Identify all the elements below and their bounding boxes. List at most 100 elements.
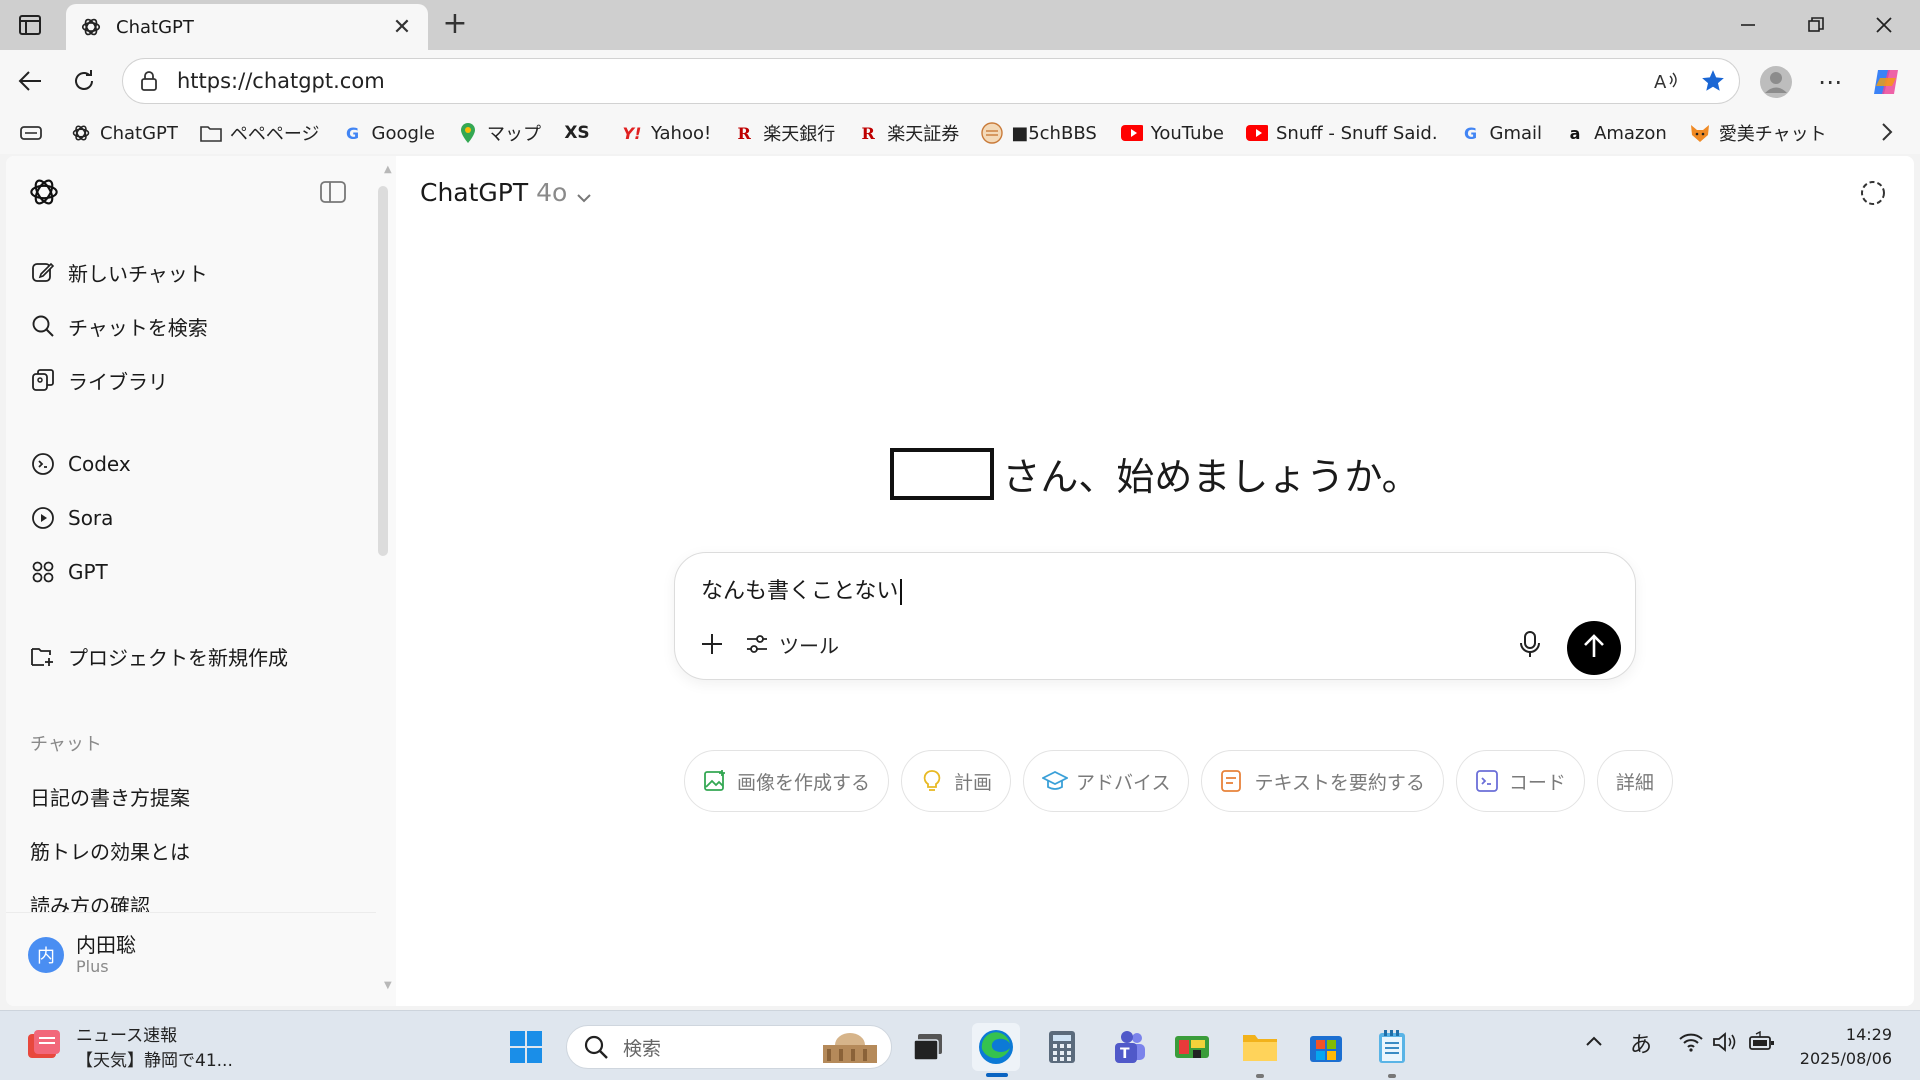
google-icon: G	[345, 123, 360, 143]
sidebar-item-library[interactable]: ライブラリ	[30, 360, 168, 400]
bookmark-chatgpt[interactable]: ChatGPT	[70, 122, 178, 144]
bookmark-5chbbs[interactable]: ■5chBBS	[981, 122, 1097, 144]
chatgpt-icon	[80, 16, 102, 38]
volume-icon[interactable]	[1712, 1031, 1738, 1059]
send-button[interactable]	[1567, 621, 1621, 675]
chip-more[interactable]: 詳細	[1596, 750, 1673, 812]
svg-text:T: T	[1120, 1046, 1130, 1062]
bookmark-youtube[interactable]: YouTube	[1120, 122, 1224, 144]
code-icon	[1475, 769, 1499, 793]
ime-indicator[interactable]: あ	[1630, 1027, 1652, 1059]
google-icon: G	[1463, 123, 1478, 143]
chip-code[interactable]: コード	[1455, 750, 1585, 812]
sidebar: 新しいチャット チャットを検索 ライブラリ Codex Sora GPT プロジ…	[6, 156, 396, 1006]
new-chat-icon	[30, 259, 56, 285]
microsoft-store-icon[interactable]	[1302, 1023, 1350, 1071]
bookmark-xs[interactable]: XS	[563, 122, 599, 144]
chat-history-item[interactable]: 日記の書き方提案	[30, 782, 190, 811]
bookmark-rakuten-bank[interactable]: R 楽天銀行	[733, 120, 836, 146]
avatar: 内	[28, 937, 64, 973]
back-button[interactable]	[12, 62, 48, 100]
temporary-chat-icon[interactable]	[1858, 178, 1890, 210]
url-text[interactable]: https://chatgpt.com	[177, 69, 1647, 93]
sidebar-scrollbar[interactable]	[378, 186, 388, 556]
clock-date: 2025/08/06	[1799, 1049, 1892, 1068]
notepad-icon[interactable]	[1368, 1023, 1416, 1071]
chip-summarize-text[interactable]: テキストを要約する	[1201, 750, 1444, 812]
clock-time: 14:29	[1845, 1025, 1892, 1044]
more-menu-icon[interactable]: ⋯	[1810, 62, 1850, 102]
copilot-icon[interactable]	[1866, 62, 1906, 102]
close-window-button[interactable]	[1850, 0, 1918, 50]
bookmark-gmail[interactable]: G Gmail	[1460, 122, 1542, 144]
model-name: ChatGPT	[420, 178, 529, 207]
restore-button[interactable]	[1782, 0, 1850, 50]
bookmark-amazon[interactable]: a Amazon	[1564, 122, 1667, 144]
search-icon	[583, 1034, 609, 1060]
windows-start-icon[interactable]	[502, 1023, 550, 1071]
chip-plan[interactable]: 計画	[901, 750, 1012, 812]
openai-logo-icon[interactable]	[28, 176, 62, 210]
bookmark-yahoo[interactable]: Y! Yahoo!	[621, 122, 712, 144]
minimize-button[interactable]	[1714, 0, 1782, 50]
bookmarks-overflow-chevron-icon[interactable]	[1880, 120, 1894, 148]
taskbar-search[interactable]: 検索	[566, 1025, 892, 1069]
tools-button[interactable]: ツール	[745, 627, 839, 661]
new-tab-button[interactable]: +	[438, 8, 472, 42]
lock-icon[interactable]	[137, 69, 161, 93]
search-icon	[30, 313, 56, 339]
bookmark-maps[interactable]: マップ	[457, 120, 541, 146]
sidebar-toggle-icon[interactable]	[320, 180, 348, 206]
tab-close-button[interactable]: ✕	[390, 15, 414, 40]
microphone-button[interactable]	[1515, 629, 1545, 659]
battery-icon[interactable]	[1748, 1030, 1776, 1059]
calculator-icon[interactable]	[1038, 1023, 1086, 1071]
news-widget[interactable]: ニュース速報 【天気】静岡で41...	[26, 1021, 233, 1071]
reading-list-icon[interactable]	[20, 124, 42, 142]
user-profile-footer[interactable]: 内 内田聡 Plus	[6, 912, 376, 1006]
sidebar-item-codex[interactable]: Codex	[30, 444, 131, 484]
profile-avatar-icon[interactable]	[1756, 62, 1796, 102]
redacted-name-box	[890, 447, 995, 500]
scroll-up-arrow-icon[interactable]: ▲	[384, 164, 392, 175]
chip-advice[interactable]: アドバイス	[1023, 750, 1190, 812]
graduation-cap-icon	[1041, 769, 1070, 793]
tab-actions-icon[interactable]	[16, 12, 44, 38]
sliders-icon	[745, 632, 769, 656]
show-hidden-icons-chevron-icon[interactable]	[1584, 1031, 1604, 1057]
teams-icon[interactable]: T	[1104, 1023, 1152, 1071]
bookmark-aimi-chat[interactable]: 愛美チャット	[1689, 120, 1827, 146]
scroll-down-arrow-icon[interactable]: ▼	[384, 980, 392, 991]
library-icon	[30, 367, 56, 393]
maps-pin-icon	[457, 122, 479, 144]
sidebar-item-sora[interactable]: Sora	[30, 498, 113, 538]
reload-button[interactable]	[66, 62, 102, 100]
bookmark-google[interactable]: G Google	[342, 122, 435, 144]
bookmark-snuff[interactable]: Snuff - Snuff Said.	[1245, 122, 1438, 144]
system-clock[interactable]: 14:29 2025/08/06	[1800, 1023, 1892, 1071]
file-explorer-icon[interactable]	[1236, 1023, 1284, 1071]
windows-taskbar: ニュース速報 【天気】静岡で41... 検索 T あ 14:29 2025/08…	[0, 1010, 1920, 1080]
browser-titlebar: ChatGPT ✕ +	[0, 0, 1920, 50]
task-view-icon[interactable]	[904, 1023, 952, 1071]
bookmark-rakuten-securities[interactable]: R 楽天証券	[857, 120, 960, 146]
youtube-icon	[1245, 122, 1268, 144]
sidebar-item-new-chat[interactable]: 新しいチャット	[30, 252, 208, 292]
favorite-star-icon[interactable]	[1693, 61, 1733, 101]
message-input[interactable]: なんも書くことない	[701, 573, 903, 605]
bookmark-folder-pepepage[interactable]: ペペページ	[200, 120, 320, 146]
game-app-icon[interactable]	[1168, 1023, 1216, 1071]
address-bar[interactable]: https://chatgpt.com A	[122, 58, 1740, 104]
add-attachment-button[interactable]	[695, 627, 729, 661]
wifi-icon[interactable]	[1678, 1031, 1704, 1059]
sidebar-item-gpt[interactable]: GPT	[30, 552, 108, 592]
browser-tab-chatgpt[interactable]: ChatGPT ✕	[66, 4, 428, 50]
read-aloud-icon[interactable]: A	[1647, 61, 1687, 101]
greeting-text: さん、始めましょうか。	[1002, 455, 1420, 499]
model-selector[interactable]: ChatGPT 4o	[420, 178, 593, 207]
chat-history-item[interactable]: 筋トレの効果とは	[30, 836, 190, 865]
edge-browser-icon[interactable]	[972, 1023, 1020, 1071]
sidebar-item-new-project[interactable]: プロジェクトを新規作成	[30, 636, 288, 676]
sidebar-item-search-chats[interactable]: チャットを検索	[30, 306, 208, 346]
chip-create-image[interactable]: 画像を作成する	[684, 750, 890, 812]
